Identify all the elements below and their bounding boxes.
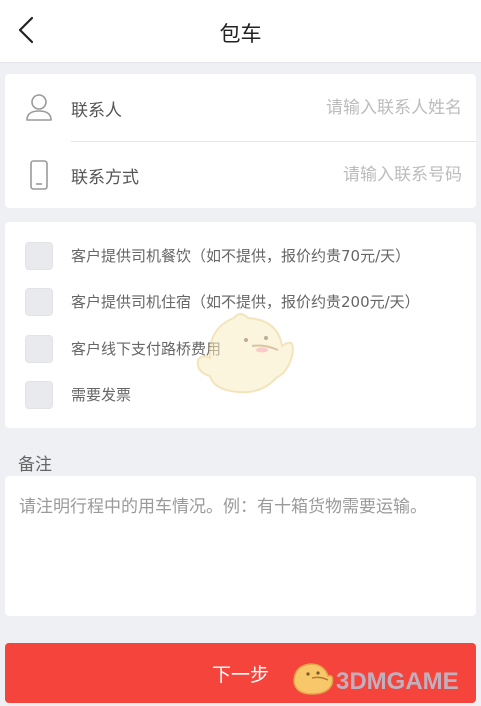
- remarks-textarea[interactable]: [17, 492, 467, 606]
- person-icon: [26, 94, 52, 121]
- top-bar: 包车: [0, 0, 481, 63]
- contact-phone-input[interactable]: [230, 159, 464, 191]
- checkbox[interactable]: [25, 381, 53, 409]
- contact-name-input[interactable]: [230, 92, 464, 124]
- contact-name-row[interactable]: 联系人: [5, 74, 476, 141]
- phone-icon: [30, 160, 48, 190]
- checkbox[interactable]: [25, 335, 53, 363]
- remarks-card: [5, 476, 476, 616]
- watermark: 3DMGAME: [288, 658, 478, 698]
- option-label: 需要发票: [71, 386, 132, 404]
- checkbox[interactable]: [25, 288, 53, 316]
- contact-phone-row[interactable]: 联系方式: [5, 141, 476, 208]
- contact-card: 联系人 联系方式: [5, 74, 476, 208]
- page-title: 包车: [219, 22, 262, 46]
- option-label: 客户提供司机餐饮（如不提供，报价约贵70元/天）: [71, 247, 411, 265]
- watermark-text: 3DMGAME: [336, 668, 459, 695]
- duck-logo-icon: [293, 663, 334, 695]
- checkbox[interactable]: [25, 242, 53, 270]
- contact-name-label: 联系人: [71, 101, 122, 121]
- mascot-watermark-icon: [196, 313, 294, 394]
- remarks-title: 备注: [18, 455, 52, 475]
- contact-phone-label: 联系方式: [71, 168, 139, 188]
